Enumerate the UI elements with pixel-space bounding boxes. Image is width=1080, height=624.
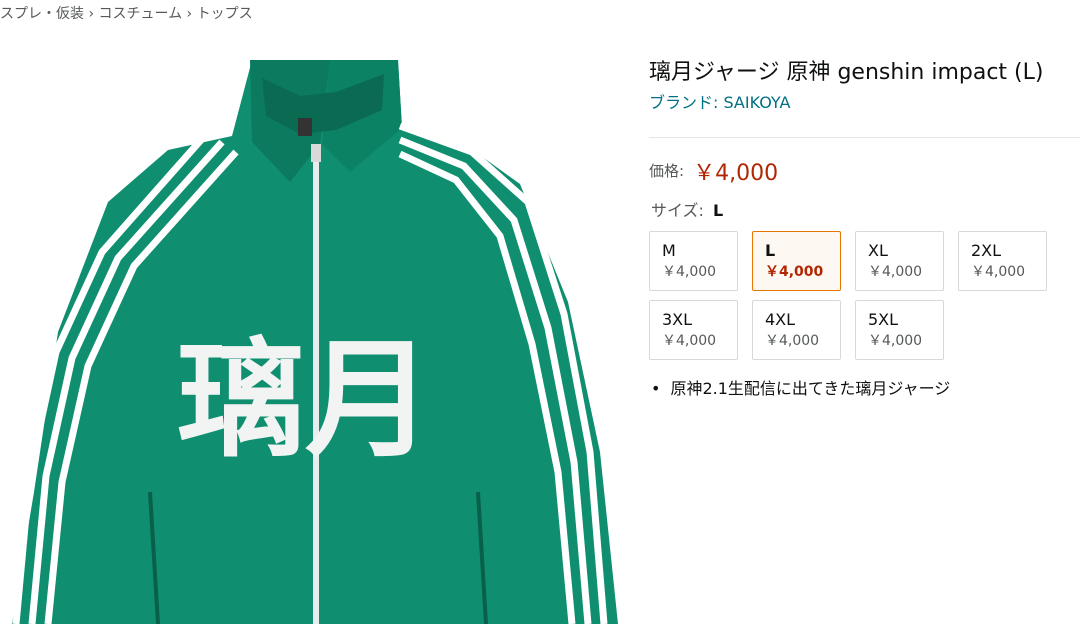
size-option-name: 4XL — [765, 310, 796, 329]
size-option-price: ￥4,000 — [971, 264, 1026, 280]
feature-bullet: 原神2.1生配信に出てきた璃月ジャージ — [651, 375, 950, 399]
price-row: 価格: ￥4,000 — [649, 155, 778, 187]
size-option-name: 5XL — [868, 310, 899, 329]
size-option-name: M — [662, 241, 676, 260]
size-option-price: ￥4,000 — [662, 333, 717, 349]
feature-bullets: 原神2.1生配信に出てきた璃月ジャージ — [651, 375, 950, 399]
size-row: サイズ: L — [651, 197, 723, 221]
price-label: 価格: — [649, 162, 685, 180]
size-option-price: ￥4,000 — [868, 264, 923, 280]
size-option-price: ￥4,000 — [765, 333, 820, 349]
product-image[interactable]: 璃月 — [0, 52, 630, 624]
size-option-name: XL — [868, 241, 888, 260]
breadcrumb[interactable]: スプレ・仮装 › コスチューム › トップス — [0, 3, 253, 23]
jacket-print-text: 璃月 — [177, 325, 433, 475]
size-selected-value: L — [713, 201, 724, 220]
size-option-4xl[interactable]: 4XL ￥4,000 — [752, 300, 841, 360]
size-option-2xl[interactable]: 2XL ￥4,000 — [958, 231, 1047, 291]
product-title: 璃月ジャージ 原神 genshin impact (L) — [649, 60, 1044, 85]
divider — [649, 137, 1080, 138]
size-option-m[interactable]: M ￥4,000 — [649, 231, 738, 291]
price-value: ￥4,000 — [693, 161, 779, 186]
size-label: サイズ: — [651, 201, 704, 220]
size-option-price: ￥4,000 — [765, 264, 824, 280]
jacket-illustration: 璃月 — [12, 60, 618, 624]
size-option-name: 3XL — [662, 310, 693, 329]
brand-link[interactable]: ブランド: SAIKOYA — [649, 89, 790, 113]
size-option-l[interactable]: L ￥4,000 — [752, 231, 841, 291]
size-option-5xl[interactable]: 5XL ￥4,000 — [855, 300, 944, 360]
size-option-price: ￥4,000 — [868, 333, 923, 349]
size-option-price: ￥4,000 — [662, 264, 717, 280]
size-option-xl[interactable]: XL ￥4,000 — [855, 231, 944, 291]
size-option-name: 2XL — [971, 241, 1002, 260]
size-option-3xl[interactable]: 3XL ￥4,000 — [649, 300, 738, 360]
size-option-name: L — [765, 241, 776, 260]
